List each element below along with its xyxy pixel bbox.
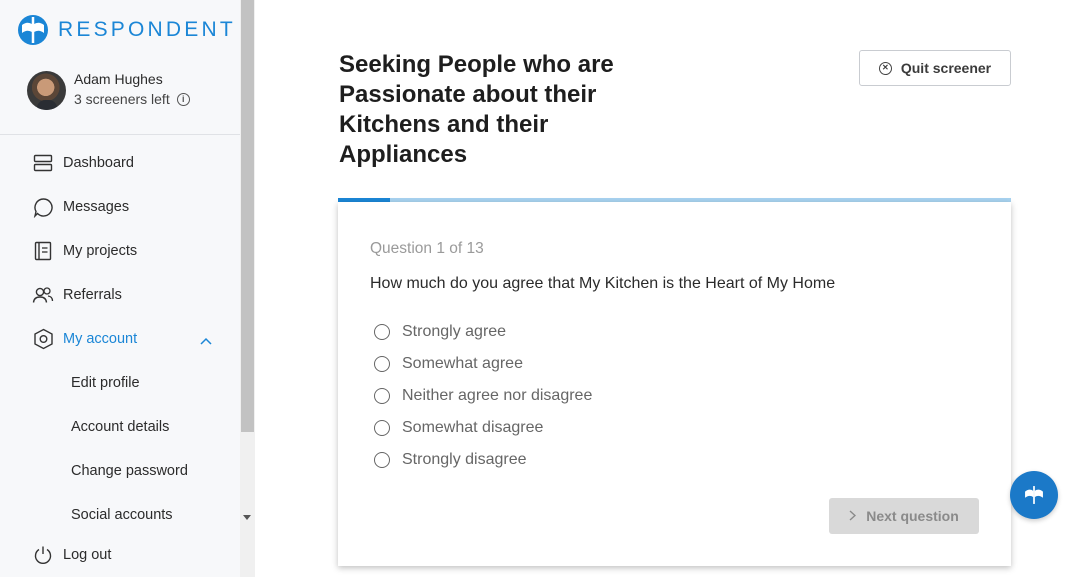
radio-button[interactable]	[374, 388, 390, 404]
sidebar-divider	[0, 134, 240, 135]
power-icon	[32, 544, 54, 566]
sidebar-item-my-projects[interactable]: My projects	[0, 229, 240, 273]
sidebar-subitem-account-details[interactable]: Account details	[0, 405, 240, 449]
logout-label: Log out	[63, 547, 112, 563]
sidebar-item-label: Messages	[63, 199, 130, 215]
sidebar-subitem-label: Change password	[71, 463, 188, 479]
answer-option[interactable]: Strongly agree	[374, 316, 592, 348]
dashboard-icon	[32, 152, 54, 174]
question-text: How much do you agree that My Kitchen is…	[370, 275, 836, 292]
quit-screener-label: Quit screener	[900, 60, 992, 76]
question-number: Question 1 of 13	[370, 240, 484, 257]
scroll-down-arrow-icon[interactable]	[243, 515, 251, 520]
sidebar-nav: Dashboard Messages My projects Referrals…	[0, 141, 240, 537]
user-name: Adam Hughes	[74, 71, 163, 87]
user-profile: Adam Hughes 3 screeners left i	[27, 70, 190, 110]
respondent-logo-icon	[1025, 486, 1043, 504]
answer-option-label: Strongly disagree	[402, 451, 527, 468]
account-icon	[32, 328, 54, 350]
sidebar-item-label: My projects	[63, 243, 138, 259]
screeners-left: 3 screeners left i	[74, 88, 190, 110]
brand-logo[interactable]: RESPONDENT	[16, 14, 236, 46]
projects-icon	[32, 240, 54, 262]
screeners-left-text: 3 screeners left	[74, 91, 170, 107]
chevron-right-icon	[849, 508, 857, 524]
radio-button[interactable]	[374, 420, 390, 436]
info-icon[interactable]: i	[176, 92, 190, 106]
answer-option-label: Somewhat agree	[402, 355, 523, 372]
sidebar-item-label: My account	[63, 331, 138, 347]
next-question-label: Next question	[866, 508, 959, 524]
answer-option[interactable]: Strongly disagree	[374, 444, 592, 476]
next-question-button[interactable]: Next question	[829, 498, 979, 534]
chat-launcher-button[interactable]	[1010, 471, 1058, 519]
referrals-icon	[32, 284, 54, 306]
scrollbar-thumb[interactable]	[241, 0, 254, 432]
page-title: Seeking People who are Passionate about …	[339, 51, 614, 168]
sidebar-item-my-account[interactable]: My account	[0, 317, 240, 361]
sidebar: RESPONDENT Adam Hughes 3 screeners left …	[0, 0, 255, 577]
sidebar-subitem-social-accounts[interactable]: Social accounts	[0, 493, 240, 537]
sidebar-item-dashboard[interactable]: Dashboard	[0, 141, 240, 185]
sidebar-item-referrals[interactable]: Referrals	[0, 273, 240, 317]
question-card: Question 1 of 13 How much do you agree t…	[338, 202, 1011, 566]
logout-button[interactable]: Log out	[0, 533, 240, 577]
answer-option-label: Somewhat disagree	[402, 419, 544, 436]
respondent-logo-icon	[18, 15, 48, 45]
message-icon	[32, 196, 54, 218]
sidebar-subitem-label: Account details	[71, 419, 170, 435]
sidebar-item-messages[interactable]: Messages	[0, 185, 240, 229]
sidebar-item-label: Referrals	[63, 287, 122, 303]
radio-button[interactable]	[374, 356, 390, 372]
avatar	[27, 70, 66, 110]
sidebar-subitem-label: Edit profile	[71, 375, 140, 391]
answer-option-label: Neither agree nor disagree	[402, 387, 593, 404]
chevron-up-icon[interactable]	[200, 333, 212, 349]
sidebar-subitem-label: Social accounts	[71, 507, 173, 523]
quit-screener-button[interactable]: ✕ Quit screener	[859, 50, 1011, 86]
answer-option[interactable]: Neither agree nor disagree	[374, 380, 592, 412]
answer-option[interactable]: Somewhat agree	[374, 348, 592, 380]
radio-button[interactable]	[374, 324, 390, 340]
sidebar-subitem-change-password[interactable]: Change password	[0, 449, 240, 493]
answer-option-label: Strongly agree	[402, 323, 507, 340]
sidebar-item-label: Dashboard	[63, 155, 134, 171]
close-circle-icon: ✕	[878, 61, 892, 75]
answer-options: Strongly agree Somewhat agree Neither ag…	[374, 316, 592, 476]
radio-button[interactable]	[374, 452, 390, 468]
sidebar-subitem-edit-profile[interactable]: Edit profile	[0, 361, 240, 405]
sidebar-scrollbar[interactable]	[240, 0, 255, 577]
brand-name: RESPONDENT	[58, 18, 236, 41]
answer-option[interactable]: Somewhat disagree	[374, 412, 592, 444]
